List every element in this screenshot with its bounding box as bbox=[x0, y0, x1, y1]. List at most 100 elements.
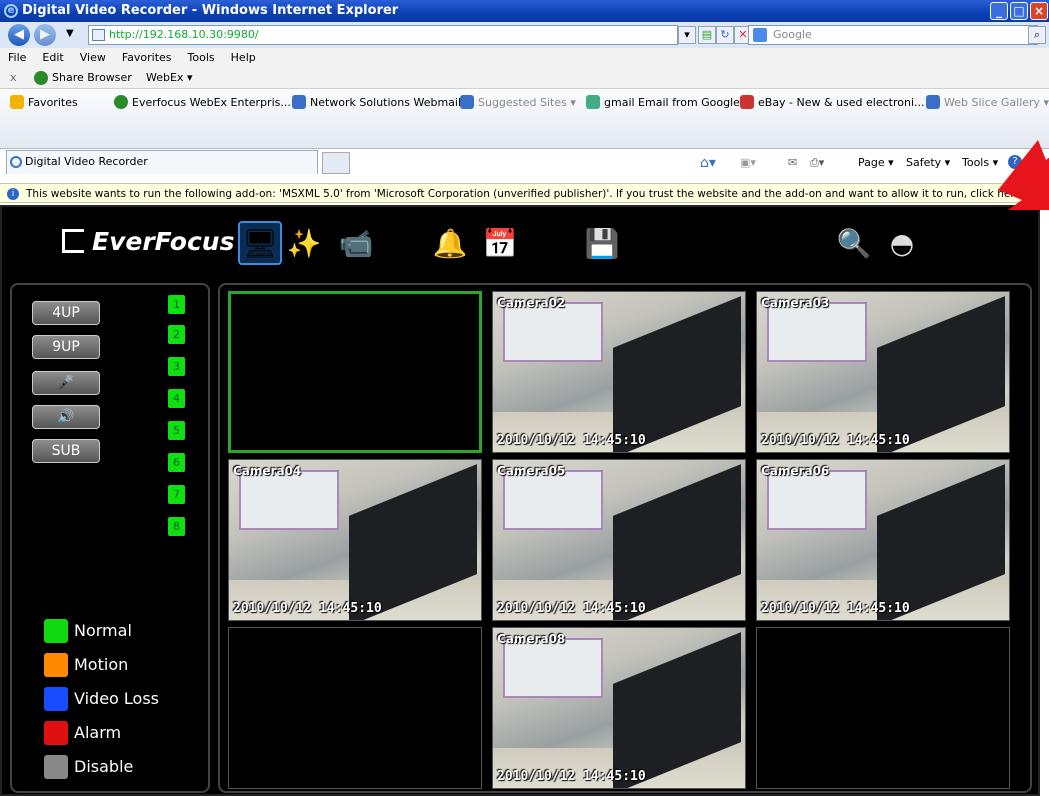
channel-6-button[interactable]: 6 bbox=[168, 453, 185, 472]
navigation-bar: ◀ ▶ ▼ http://192.168.10.30:9980/ ▾ ▤ ↻ ✕… bbox=[0, 22, 1049, 48]
window-title-bar: e Digital Video Recorder - Windows Inter… bbox=[0, 0, 1049, 22]
page-menu[interactable]: Page ▾ bbox=[858, 155, 894, 171]
minimize-button[interactable]: _ bbox=[990, 2, 1008, 20]
menu-file[interactable]: File bbox=[8, 51, 26, 64]
favorite-ebay[interactable]: eBay - New & used electroni... bbox=[740, 95, 925, 111]
camera-timestamp: 2010/10/12 14:45:10 bbox=[497, 433, 646, 448]
sub-button[interactable]: SUB bbox=[32, 439, 100, 463]
compatibility-icon[interactable]: ▤ bbox=[698, 26, 716, 44]
tab-digital-video-recorder[interactable]: Digital Video Recorder bbox=[6, 150, 318, 174]
share-browser-button[interactable]: Share Browser bbox=[52, 67, 132, 89]
schedule-icon[interactable]: 📅 bbox=[478, 221, 522, 265]
camera-cell[interactable]: Camera04 2010/10/12 14:45:10 bbox=[228, 459, 482, 621]
info-icon: i bbox=[7, 188, 19, 200]
settings-gears-icon[interactable]: ⚙ bbox=[682, 221, 726, 265]
forward-button[interactable]: ▶ bbox=[34, 24, 56, 46]
menu-bar: File Edit View Favorites Tools Help bbox=[0, 48, 1049, 67]
links-toolbar: x Share Browser WebEx ▾ bbox=[0, 67, 1049, 89]
legend-video-loss-swatch bbox=[44, 687, 68, 711]
microphone-button[interactable]: 🎤 bbox=[32, 371, 100, 395]
menu-view[interactable]: View bbox=[80, 51, 106, 64]
feeds-icon[interactable]: ▣▾ bbox=[740, 155, 756, 171]
back-button[interactable]: ◀ bbox=[8, 24, 30, 46]
video-scene bbox=[767, 302, 867, 362]
camera-name-label: Camera02 bbox=[497, 296, 566, 310]
star-icon bbox=[10, 95, 24, 109]
safety-menu[interactable]: Safety ▾ bbox=[906, 155, 950, 171]
menu-help[interactable]: Help bbox=[231, 51, 256, 64]
camera-cell[interactable] bbox=[756, 627, 1010, 789]
page-icon bbox=[92, 29, 105, 41]
search-input[interactable]: Google bbox=[748, 25, 1038, 45]
wand-icon[interactable]: ✨ bbox=[282, 221, 326, 265]
webex-menu[interactable]: WebEx ▾ bbox=[146, 67, 192, 89]
camera-cell[interactable]: Camera03 2010/10/12 14:45:10 bbox=[756, 291, 1010, 453]
address-field[interactable]: http://192.168.10.30:9980/ bbox=[88, 25, 678, 45]
channel-4-button[interactable]: 4 bbox=[168, 389, 185, 408]
camera-timestamp: 2010/10/12 14:45:10 bbox=[233, 601, 382, 616]
camera-name-label: Camera05 bbox=[497, 464, 566, 478]
channel-1-button[interactable]: 1 bbox=[168, 295, 185, 314]
channel-7-button[interactable]: 7 bbox=[168, 485, 185, 504]
favorites-button[interactable]: Favorites bbox=[10, 95, 78, 111]
alarm-bell-icon[interactable]: 🔔 bbox=[428, 221, 472, 265]
playback-icon[interactable]: ▦ bbox=[782, 221, 826, 265]
favorite-network-solutions[interactable]: Network Solutions Webmail bbox=[292, 95, 461, 111]
channel-2-button[interactable]: 2 bbox=[168, 325, 185, 344]
info-icon[interactable]: ℹ bbox=[734, 221, 778, 265]
print-icon[interactable]: ⎙▾ bbox=[810, 155, 824, 171]
refresh-icon[interactable]: ↻ bbox=[716, 26, 734, 44]
9up-button[interactable]: 9UP bbox=[32, 335, 100, 359]
everfocus-mark-icon bbox=[62, 229, 84, 253]
display-icon[interactable]: 🖵 bbox=[632, 221, 676, 265]
camera-cell[interactable]: Camera02 2010/10/12 14:45:10 bbox=[492, 291, 746, 453]
favorite-gmail[interactable]: gmail Email from Google bbox=[586, 95, 740, 111]
history-dropdown-icon[interactable]: ▼ bbox=[66, 28, 74, 39]
dome-camera-icon[interactable]: ◓ bbox=[880, 221, 924, 265]
network-icon[interactable]: 🖧 bbox=[528, 221, 572, 265]
menu-tools[interactable]: Tools bbox=[188, 51, 215, 64]
legend-alarm-label: Alarm bbox=[74, 723, 122, 742]
speaker-button[interactable]: 🔊 bbox=[32, 405, 100, 429]
microphone-icon: 🎤 bbox=[57, 375, 75, 391]
camera-timestamp: 2010/10/12 14:45:10 bbox=[761, 433, 910, 448]
camera-timestamp: 2010/10/12 14:45:10 bbox=[497, 769, 646, 784]
legend-motion-label: Motion bbox=[74, 655, 129, 674]
camera-cell[interactable] bbox=[228, 291, 482, 453]
dvr-web-interface: EverFocus 🖥 ✨ 📹 🎞 🔔 📅 🖧 💾 🖵 ⚙ ℹ ▦ 🔍 ◓ 4U… bbox=[0, 205, 1040, 796]
camera-cell[interactable]: Camera05 2010/10/12 14:45:10 bbox=[492, 459, 746, 621]
home-icon[interactable]: ⌂▾ bbox=[700, 155, 716, 171]
new-tab-button[interactable] bbox=[322, 152, 350, 174]
addon-info-text: This website wants to run the following … bbox=[26, 188, 1031, 200]
search-button-icon[interactable]: ⌕ bbox=[1028, 26, 1046, 44]
favorite-suggested-sites[interactable]: Suggested Sites ▾ bbox=[460, 95, 576, 111]
camera-cell[interactable]: Camera08 2010/10/12 14:45:10 bbox=[492, 627, 746, 789]
menu-favorites[interactable]: Favorites bbox=[122, 51, 172, 64]
camera-cell[interactable] bbox=[228, 627, 482, 789]
camera-cell[interactable]: Camera06 2010/10/12 14:45:10 bbox=[756, 459, 1010, 621]
4up-button[interactable]: 4UP bbox=[32, 301, 100, 325]
maximize-button[interactable]: □ bbox=[1010, 2, 1028, 20]
channel-5-button[interactable]: 5 bbox=[168, 421, 185, 440]
globe-icon bbox=[114, 95, 128, 109]
close-toolbar-icon[interactable]: x bbox=[10, 67, 17, 89]
addon-info-bar[interactable]: i This website wants to run the followin… bbox=[0, 183, 1049, 203]
disk-icon[interactable]: 💾 bbox=[580, 221, 624, 265]
tools-menu[interactable]: Tools ▾ bbox=[962, 155, 998, 171]
camera-icon[interactable]: 📹 bbox=[334, 221, 378, 265]
favorite-web-slice[interactable]: Web Slice Gallery ▾ bbox=[926, 95, 1049, 111]
close-button[interactable]: × bbox=[1030, 2, 1048, 20]
video-scene bbox=[767, 470, 867, 530]
live-view-icon[interactable]: 🖥 bbox=[238, 221, 282, 265]
menu-edit[interactable]: Edit bbox=[42, 51, 63, 64]
page-icon bbox=[926, 95, 940, 109]
favorite-everfocus[interactable]: Everfocus WebEx Enterpris... bbox=[114, 95, 291, 111]
window-title: Digital Video Recorder - Windows Interne… bbox=[22, 3, 399, 18]
channel-8-button[interactable]: 8 bbox=[168, 517, 185, 536]
google-icon bbox=[586, 95, 600, 109]
mail-icon[interactable]: ✉ bbox=[788, 155, 797, 171]
channel-3-button[interactable]: 3 bbox=[168, 357, 185, 376]
search-icon[interactable]: 🔍 bbox=[832, 221, 876, 265]
address-dropdown-icon[interactable]: ▾ bbox=[678, 26, 696, 44]
film-reel-icon[interactable]: 🎞 bbox=[380, 221, 424, 265]
